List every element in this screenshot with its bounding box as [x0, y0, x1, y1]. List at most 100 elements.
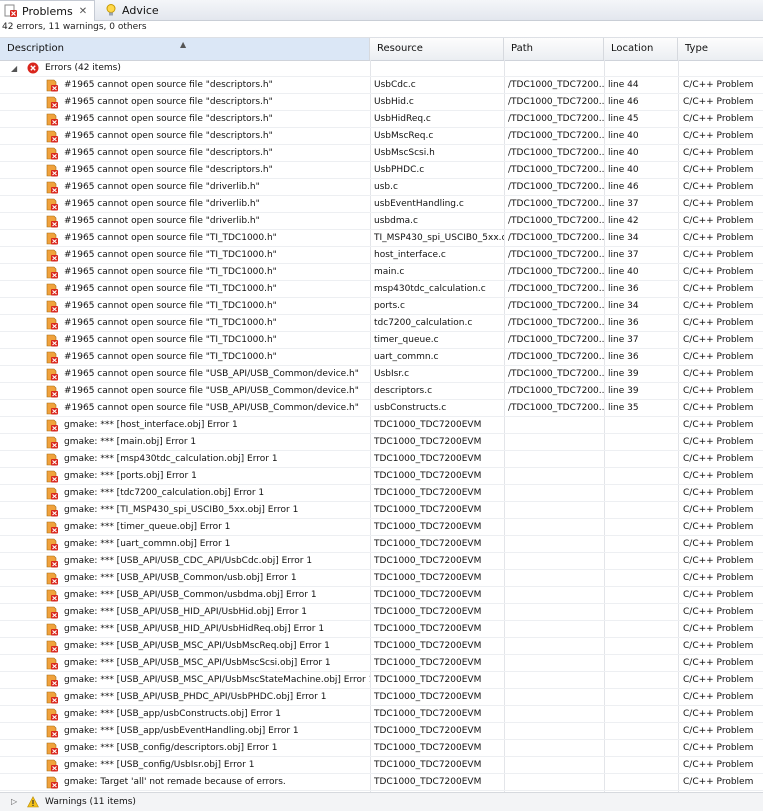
table-row[interactable]: gmake: *** [host_interface.obj] Error 1 T…	[0, 417, 763, 434]
cell-type: C/C++ Problem	[683, 522, 754, 532]
cell-path	[508, 570, 604, 587]
warnings-group-row[interactable]: ▷ Warnings (11 items)	[0, 792, 763, 811]
table-row[interactable]: gmake: *** [USB_API/USB_HID_API/UsbHid.o…	[0, 604, 763, 621]
table-row[interactable]: gmake: *** [uart_commn.obj] Error 1 TDC10…	[0, 536, 763, 553]
table-row[interactable]: #1965 cannot open source file "TI_TDC100…	[0, 349, 763, 366]
cell-location: line 42	[608, 216, 639, 226]
cell-resource: UsbHid.c	[374, 97, 414, 107]
table-row[interactable]: gmake: *** [timer_queue.obj] Error 1 TDC1…	[0, 519, 763, 536]
cell-path: /TDC1000_TDC7200...	[508, 318, 604, 328]
cell-resource: main.c	[374, 267, 405, 277]
table-row[interactable]: #1965 cannot open source file "driverlib…	[0, 179, 763, 196]
cell-resource: TI_MSP430_spi_USCIB0_5xx.c	[374, 233, 504, 243]
table-row[interactable]: #1965 cannot open source file "descripto…	[0, 77, 763, 94]
cell-type: C/C++ Problem	[683, 301, 754, 311]
column-header-label: Description	[7, 43, 64, 54]
cell-type: C/C++ Problem	[683, 726, 754, 736]
table-row[interactable]: gmake: *** [USB_API/USB_MSC_API/UsbMscSt…	[0, 672, 763, 689]
errors-group-row[interactable]: ◢ Errors (42 items)	[0, 60, 763, 77]
cell-description: #1965 cannot open source file "driverlib…	[64, 216, 260, 226]
table-row[interactable]: #1965 cannot open source file "TI_TDC100…	[0, 298, 763, 315]
expanded-chevron-icon[interactable]: ◢	[11, 60, 17, 77]
table-row[interactable]: #1965 cannot open source file "USB_API/U…	[0, 400, 763, 417]
column-header-type[interactable]: Type	[678, 38, 763, 60]
table-row[interactable]: gmake: *** [USB_app/usbEventHandling.obj…	[0, 723, 763, 740]
table-row[interactable]: #1965 cannot open source file "descripto…	[0, 94, 763, 111]
cell-path	[508, 655, 604, 672]
cell-path: /TDC1000_TDC7200...	[508, 131, 604, 141]
table-row[interactable]: gmake: Target 'all' not remade because o…	[0, 774, 763, 791]
errors-group-label: Errors (42 items)	[45, 63, 121, 73]
cell-description: #1965 cannot open source file "descripto…	[64, 131, 273, 141]
cell-type: C/C++ Problem	[683, 80, 754, 90]
column-header-resource[interactable]: Resource	[370, 38, 504, 60]
cell-description: gmake: *** [USB_API/USB_PHDC_API/UsbPHDC…	[64, 692, 327, 702]
table-row[interactable]: gmake: *** [main.obj] Error 1 TDC1000_TDC…	[0, 434, 763, 451]
cell-path: /TDC1000_TDC7200...	[508, 352, 604, 362]
table-row[interactable]: #1965 cannot open source file "driverlib…	[0, 196, 763, 213]
table-row[interactable]: gmake: *** [msp430tdc_calculation.obj] E…	[0, 451, 763, 468]
tab-problems[interactable]: Problems ✕	[0, 0, 95, 21]
table-row[interactable]: #1965 cannot open source file "USB_API/U…	[0, 366, 763, 383]
error-marker-icon	[46, 266, 59, 279]
error-marker-icon	[46, 215, 59, 228]
table-row[interactable]: #1965 cannot open source file "descripto…	[0, 128, 763, 145]
column-header-path[interactable]: Path	[504, 38, 604, 60]
table-row[interactable]: gmake: *** [USB_app/usbConstructs.obj] E…	[0, 706, 763, 723]
cell-type: C/C++ Problem	[683, 97, 754, 107]
collapsed-chevron-icon[interactable]: ▷	[11, 793, 17, 810]
table-row[interactable]: gmake: *** [USB_API/USB_Common/usb.obj] …	[0, 570, 763, 587]
cell-path	[508, 604, 604, 621]
cell-resource: usbConstructs.c	[374, 403, 447, 413]
table-row[interactable]: #1965 cannot open source file "descripto…	[0, 162, 763, 179]
cell-resource: UsbCdc.c	[374, 80, 416, 90]
table-row[interactable]: gmake: *** [ports.obj] Error 1 TDC1000_TD…	[0, 468, 763, 485]
table-row[interactable]: #1965 cannot open source file "TI_TDC100…	[0, 264, 763, 281]
error-marker-icon	[46, 657, 59, 670]
cell-type: C/C++ Problem	[683, 284, 754, 294]
table-row[interactable]: #1965 cannot open source file "TI_TDC100…	[0, 247, 763, 264]
table-row[interactable]: #1965 cannot open source file "TI_TDC100…	[0, 315, 763, 332]
table-row[interactable]: #1965 cannot open source file "descripto…	[0, 145, 763, 162]
cell-type: C/C++ Problem	[683, 352, 754, 362]
close-icon[interactable]: ✕	[79, 6, 87, 17]
cell-description: gmake: *** [ports.obj] Error 1	[64, 471, 197, 481]
cell-path	[508, 434, 604, 451]
cell-resource: TDC1000_TDC7200EVM	[374, 675, 482, 685]
cell-path: /TDC1000_TDC7200...	[508, 80, 604, 90]
cell-type: C/C++ Problem	[683, 386, 754, 396]
error-marker-icon	[46, 759, 59, 772]
cell-description: gmake: *** [USB_API/USB_HID_API/UsbHidRe…	[64, 624, 325, 634]
table-row[interactable]: gmake: *** [USB_config/descriptors.obj] …	[0, 740, 763, 757]
column-header-location[interactable]: Location	[604, 38, 678, 60]
table-row[interactable]: #1965 cannot open source file "descripto…	[0, 111, 763, 128]
error-marker-icon	[46, 623, 59, 636]
cell-path	[508, 706, 604, 723]
table-row[interactable]: #1965 cannot open source file "TI_TDC100…	[0, 281, 763, 298]
error-marker-icon	[46, 368, 59, 381]
cell-path	[508, 519, 604, 536]
table-row[interactable]: gmake: *** [TI_MSP430_spi_USCIB0_5xx.obj…	[0, 502, 763, 519]
cell-description: #1965 cannot open source file "descripto…	[64, 114, 273, 124]
table-row[interactable]: gmake: *** [USB_API/USB_MSC_API/UsbMscRe…	[0, 638, 763, 655]
table-row[interactable]: gmake: *** [USB_API/USB_PHDC_API/UsbPHDC…	[0, 689, 763, 706]
error-marker-icon	[46, 249, 59, 262]
cell-description: gmake: Target 'all' not remade because o…	[64, 777, 286, 787]
cell-resource: timer_queue.c	[374, 335, 439, 345]
error-marker-icon	[46, 606, 59, 619]
table-row[interactable]: gmake: *** [USB_API/USB_HID_API/UsbHidRe…	[0, 621, 763, 638]
table-row[interactable]: gmake: *** [tdc7200_calculation.obj] Err…	[0, 485, 763, 502]
table-row[interactable]: #1965 cannot open source file "driverlib…	[0, 213, 763, 230]
table-row[interactable]: #1965 cannot open source file "USB_API/U…	[0, 383, 763, 400]
table-row[interactable]: gmake: *** [USB_API/USB_CDC_API/UsbCdc.o…	[0, 553, 763, 570]
tab-advice[interactable]: Advice	[100, 0, 180, 20]
error-marker-icon	[46, 334, 59, 347]
column-header-description[interactable]: Description ▲	[0, 38, 370, 60]
table-row[interactable]: #1965 cannot open source file "TI_TDC100…	[0, 332, 763, 349]
column-header-label: Type	[685, 43, 708, 54]
table-row[interactable]: gmake: *** [USB_API/USB_Common/usbdma.ob…	[0, 587, 763, 604]
cell-path	[508, 553, 604, 570]
table-row[interactable]: gmake: *** [USB_API/USB_MSC_API/UsbMscSc…	[0, 655, 763, 672]
table-row[interactable]: #1965 cannot open source file "TI_TDC100…	[0, 230, 763, 247]
table-row[interactable]: gmake: *** [USB_config/UsbIsr.obj] Error…	[0, 757, 763, 774]
